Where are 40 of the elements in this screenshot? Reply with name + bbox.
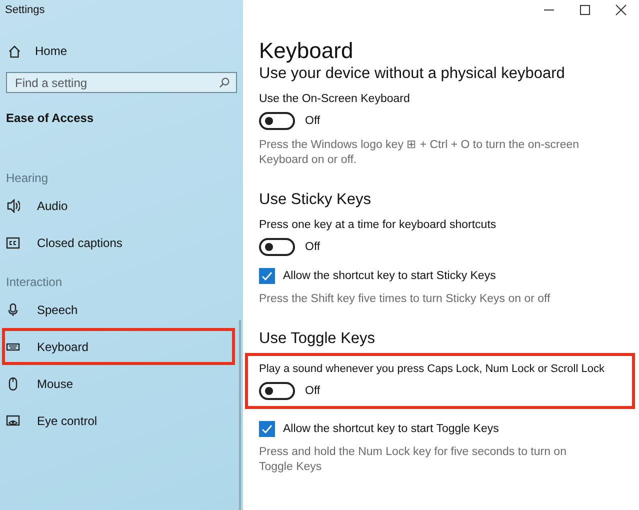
description-text: Press and hold the Num Lock key for five seconds to turn on Toggle Keys: [259, 445, 568, 475]
checkbox-box[interactable]: [259, 421, 275, 437]
section-heading: Use Sticky Keys: [259, 190, 371, 210]
nav-item[interactable]: Audio: [0, 187, 237, 224]
scrollbar[interactable]: [239, 320, 241, 510]
home-icon: [8, 44, 21, 58]
mouse-icon: [6, 376, 20, 390]
page-title: Keyboard: [259, 38, 354, 64]
section-heading: Use your device without a physical keyboard: [259, 64, 565, 84]
toggle-switch[interactable]: [259, 238, 295, 256]
toggle-state: Off: [305, 385, 320, 397]
nav-item[interactable]: Closed captions: [0, 224, 237, 261]
description-text: Press the Windows logo key ⊞ + Ctrl + O to turn the on-screen Keyboard on or off.: [259, 138, 580, 168]
group-heading: Interaction: [6, 275, 62, 289]
captions-icon: [6, 236, 20, 250]
speaker-icon: [6, 198, 20, 212]
category-heading: Ease of Access: [6, 111, 94, 125]
setting-label: Use the On-Screen Keyboard: [259, 92, 411, 107]
eye-monitor-icon: [6, 414, 20, 428]
search-field[interactable]: Find a setting: [6, 72, 237, 93]
setting-label: Press one key at a time for keyboard shortcuts: [259, 218, 498, 233]
home-link[interactable]: Home: [8, 42, 68, 60]
checkbox[interactable]: Allow the shortcut key to start Sticky Keys: [259, 268, 496, 284]
window-title: Settings: [4, 3, 46, 18]
group-heading: Hearing: [6, 171, 48, 185]
setting-label: Play a sound whenever you press Caps Lock, Num Lock or Scroll Lock: [259, 362, 606, 377]
toggle-state: Off: [305, 115, 320, 127]
section-heading: Use Toggle Keys: [259, 329, 376, 349]
toggle-state: Off: [305, 241, 320, 253]
toggle-switch[interactable]: [259, 112, 295, 130]
description-text: Press the Shift key five times to turn Sticky Keys on or off: [259, 292, 552, 307]
nav-item[interactable]: Eye control: [0, 402, 237, 439]
checkbox[interactable]: Allow the shortcut key to start Toggle Keys: [259, 421, 499, 437]
toggle-switch[interactable]: [259, 382, 295, 400]
microphone-icon: [6, 302, 20, 316]
nav-item[interactable]: Speech: [0, 291, 237, 328]
checkbox-box[interactable]: [259, 268, 275, 284]
nav-item[interactable]: Keyboard: [2, 328, 235, 365]
nav-item[interactable]: Mouse: [0, 365, 237, 402]
search-icon: [219, 77, 230, 88]
